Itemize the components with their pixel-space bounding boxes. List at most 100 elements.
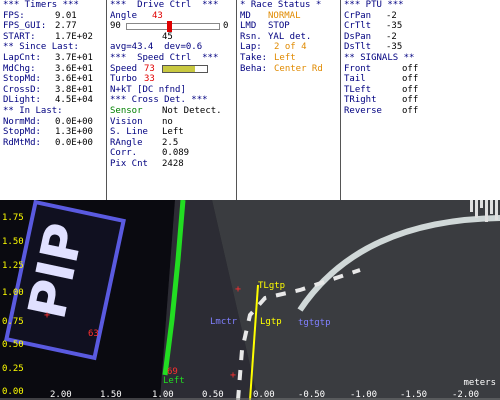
fpsgui-row: FPS_GUI: 2.77 bbox=[3, 21, 103, 32]
start-row: START: 1.7E+02 bbox=[3, 32, 103, 43]
corr-label: Corr. bbox=[110, 148, 138, 159]
dstilt-label: DsTlt bbox=[344, 42, 372, 53]
tleft-label: TLeft bbox=[344, 84, 372, 95]
units-label: meters bbox=[463, 378, 496, 388]
md-row: MD NORMAL bbox=[240, 11, 338, 22]
tright-label: TRight bbox=[344, 95, 377, 106]
front-value: off bbox=[402, 63, 419, 74]
speed-value: 73 bbox=[144, 63, 155, 74]
rsn-row: Rsn. YAL det. bbox=[240, 32, 338, 43]
reverse-label: Reverse bbox=[344, 105, 382, 116]
slider-max-label: 0 bbox=[223, 21, 229, 32]
stopmd2-label: StopMd: bbox=[3, 127, 41, 138]
speed-label: Speed bbox=[110, 63, 138, 74]
take-row: Take: Left bbox=[240, 53, 338, 64]
crossd-value: 3.8E+01 bbox=[55, 84, 93, 95]
rangle-label: RAngle bbox=[110, 137, 143, 148]
tright-value: off bbox=[402, 95, 419, 106]
y-axis-label: 0.75 bbox=[2, 317, 24, 327]
x-axis-label: 0.00 bbox=[253, 390, 275, 400]
left-lane-label: Left bbox=[163, 376, 185, 386]
angle-slider[interactable] bbox=[126, 20, 220, 32]
x-axis-label: 0.50 bbox=[202, 390, 224, 400]
reverse-row: Reverse off bbox=[344, 106, 498, 117]
dspan-value: -2 bbox=[386, 31, 397, 42]
rdmtmd-label: RdMtMd: bbox=[3, 137, 41, 148]
pixcnt-label: Pix Cnt bbox=[110, 158, 148, 169]
crtilt-row: CrTlt -35 bbox=[344, 21, 498, 32]
lmd-row: LMD STOP bbox=[240, 21, 338, 32]
lap-label: Lap: bbox=[240, 42, 262, 53]
vision-row: Vision no bbox=[110, 117, 236, 128]
mdchg-value: 3.6E+01 bbox=[55, 63, 93, 74]
nkt-row: N+kT [DC nfnd] bbox=[110, 84, 186, 95]
sline-row: S. Line Left bbox=[110, 127, 236, 138]
y-axis-label: 1.50 bbox=[2, 237, 24, 247]
stopmd2-value: 1.3E+00 bbox=[55, 127, 93, 138]
tleft-row: TLeft off bbox=[344, 85, 498, 96]
rangle-row: RAngle 2.5 bbox=[110, 138, 236, 149]
slider-mid-label: 45 bbox=[162, 31, 173, 42]
lmd-value: STOP bbox=[268, 21, 290, 32]
start-label: START: bbox=[3, 31, 36, 42]
front-row: Front off bbox=[344, 64, 498, 75]
corr-row: Corr. 0.089 bbox=[110, 148, 236, 159]
tright-row: TRight off bbox=[344, 95, 498, 106]
sline-label: S. Line bbox=[110, 127, 148, 138]
dstilt-row: DsTlt -35 bbox=[344, 42, 498, 53]
sensor-label: Sensor bbox=[110, 105, 143, 116]
crossd-label: CrossD: bbox=[3, 84, 41, 95]
crpan-row: CrPan -2 bbox=[344, 11, 498, 22]
angle-slider-handle[interactable] bbox=[167, 20, 172, 32]
tlgtp-marker: TLgtp bbox=[258, 281, 285, 291]
lapcnt-value: 3.7E+01 bbox=[55, 52, 93, 63]
speed-row: Speed 73 bbox=[110, 64, 236, 75]
separator bbox=[236, 0, 237, 200]
mdchg-row: MdChg: 3.6E+01 bbox=[3, 64, 103, 75]
take-label: Take: bbox=[240, 52, 268, 63]
label-63: 63 bbox=[88, 329, 99, 339]
camera-view[interactable]: PIP TLgtp Lgtp Lmctr tgtgtp 63 69 Left +… bbox=[0, 200, 500, 400]
lapcnt-row: LapCnt: 3.7E+01 bbox=[3, 53, 103, 64]
signals-title: ** SIGNALS ** bbox=[344, 52, 415, 63]
red-cross-marker: + bbox=[44, 310, 50, 321]
beha-value: Center Rd bbox=[274, 63, 323, 74]
x-axis-label: 2.00 bbox=[50, 390, 72, 400]
speed-bar bbox=[162, 64, 208, 73]
crtilt-value: -35 bbox=[386, 21, 403, 32]
y-axis-label: 0.25 bbox=[2, 364, 24, 374]
lmd-label: LMD bbox=[240, 21, 257, 32]
sline-value: Left bbox=[162, 127, 184, 138]
dlight-row: DLight: 4.5E+04 bbox=[3, 95, 103, 106]
tleft-value: off bbox=[402, 84, 419, 95]
x-axis-label: -1.50 bbox=[400, 390, 428, 400]
since-last-header: ** Since Last: bbox=[3, 42, 79, 53]
tail-label: Tail bbox=[344, 74, 366, 85]
stopmd-label: StopMd: bbox=[3, 74, 41, 85]
speed-bar-fill bbox=[163, 65, 196, 72]
angle-label: Angle bbox=[110, 10, 138, 21]
tail-row: Tail off bbox=[344, 74, 498, 85]
beha-label: Beha: bbox=[240, 63, 268, 74]
ptu-panel: *** PTU *** CrPan -2 CrTlt -35 DsPan -2 DsT… bbox=[344, 0, 498, 200]
reverse-value: off bbox=[402, 105, 419, 116]
fps-label: FPS: bbox=[3, 10, 25, 21]
normmd-label: NormMd: bbox=[3, 116, 41, 127]
front-label: Front bbox=[344, 63, 372, 74]
take-value: Left bbox=[274, 52, 296, 63]
dlight-value: 4.5E+04 bbox=[55, 95, 93, 106]
x-axis-label: -1.00 bbox=[350, 390, 378, 400]
drive-title: *** Drive Ctrl *** bbox=[110, 0, 219, 10]
rdmtmd-value: 0.0E+00 bbox=[55, 137, 93, 148]
stopmd-value: 3.6E+01 bbox=[55, 74, 93, 85]
rsn-label: Rsn. bbox=[240, 31, 262, 42]
crpan-value: -2 bbox=[386, 10, 397, 21]
stopmd-row: StopMd: 3.6E+01 bbox=[3, 74, 103, 85]
start-value: 1.7E+02 bbox=[55, 31, 93, 42]
turbo-value: 33 bbox=[144, 74, 155, 85]
tail-value: off bbox=[402, 74, 419, 85]
dspan-label: DsPan bbox=[344, 31, 372, 42]
pixcnt-row: Pix Cnt 2428 bbox=[110, 159, 236, 170]
separator bbox=[340, 0, 341, 200]
dlight-label: DLight: bbox=[3, 95, 41, 106]
